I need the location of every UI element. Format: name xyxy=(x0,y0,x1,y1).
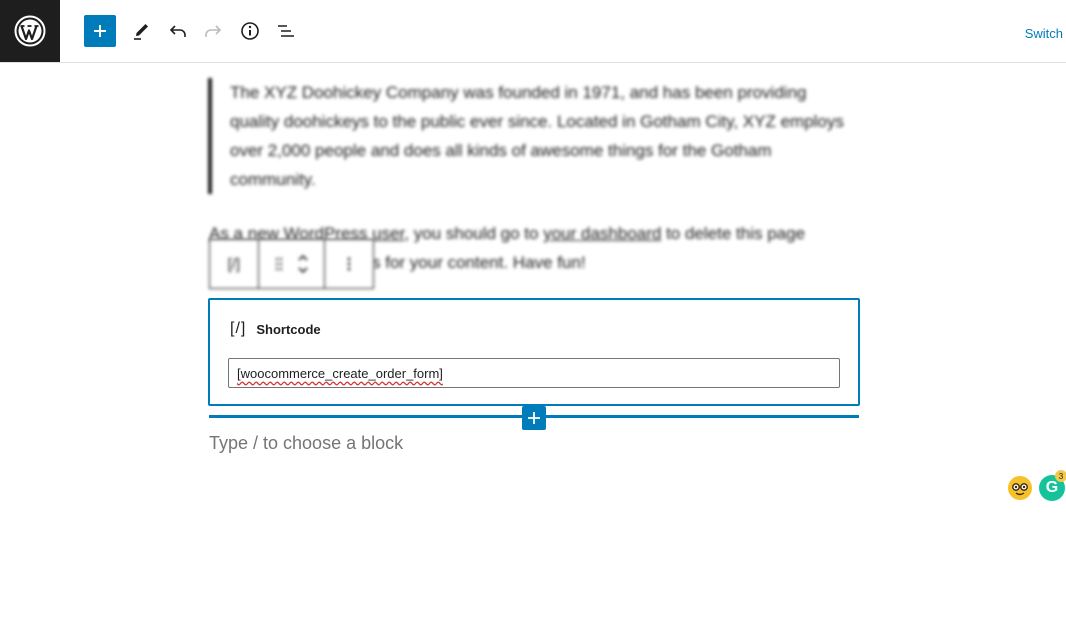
more-vertical-icon xyxy=(347,257,351,271)
shortcode-icon: [/] xyxy=(230,320,247,337)
block-mover[interactable] xyxy=(259,240,326,288)
move-up-down-icon xyxy=(297,254,308,274)
quote-text: The XYZ Doohickey Company was founded in… xyxy=(230,83,844,189)
list-view-button[interactable] xyxy=(270,15,302,47)
grammarly-icon: G xyxy=(1045,479,1059,496)
para-text-2: , you should go to xyxy=(404,224,544,243)
list-view-icon xyxy=(278,25,294,37)
editor-toolbar: Switch xyxy=(0,0,1066,63)
wordpress-logo-button[interactable] xyxy=(0,0,60,62)
inline-inserter-button[interactable] xyxy=(522,406,546,430)
shortcode-block[interactable]: [/] Shortcode [woocommerce_create_order_… xyxy=(208,298,860,406)
tools-button[interactable] xyxy=(125,15,157,47)
redo-icon xyxy=(205,25,222,37)
shortcode-label-text: Shortcode xyxy=(256,321,321,337)
para-text-3: to delete this page xyxy=(661,224,806,243)
shortcode-glyph: [/] xyxy=(227,255,241,273)
redo-button[interactable] xyxy=(197,15,229,47)
details-button[interactable] xyxy=(234,15,266,47)
block-type-button[interactable]: [/] xyxy=(210,240,259,288)
info-icon xyxy=(241,22,259,40)
add-block-button[interactable] xyxy=(84,15,116,47)
plus-icon xyxy=(94,25,106,37)
shortcode-input[interactable]: [woocommerce_create_order_form] xyxy=(228,358,840,388)
undo-button[interactable] xyxy=(162,15,194,47)
grammarly-badge: 3 xyxy=(1055,470,1066,482)
drag-handle-icon xyxy=(275,257,282,271)
block-options-button[interactable] xyxy=(325,240,373,288)
shortcode-value: [woocommerce_create_order_form] xyxy=(237,365,443,381)
block-toolbar: [/] xyxy=(209,239,374,289)
quote-block[interactable]: The XYZ Doohickey Company was founded in… xyxy=(208,78,850,194)
dashboard-link[interactable]: your dashboard xyxy=(543,224,661,243)
nerd-face-icon[interactable] xyxy=(1008,476,1032,500)
wordpress-icon xyxy=(14,15,46,47)
shortcode-block-label: [/] Shortcode xyxy=(230,320,321,338)
undo-icon xyxy=(169,25,186,37)
switch-link[interactable]: Switch xyxy=(1025,26,1063,41)
default-block-appender[interactable]: Type / to choose a block xyxy=(209,433,403,454)
pencil-icon xyxy=(134,24,148,40)
plus-icon xyxy=(528,412,540,424)
